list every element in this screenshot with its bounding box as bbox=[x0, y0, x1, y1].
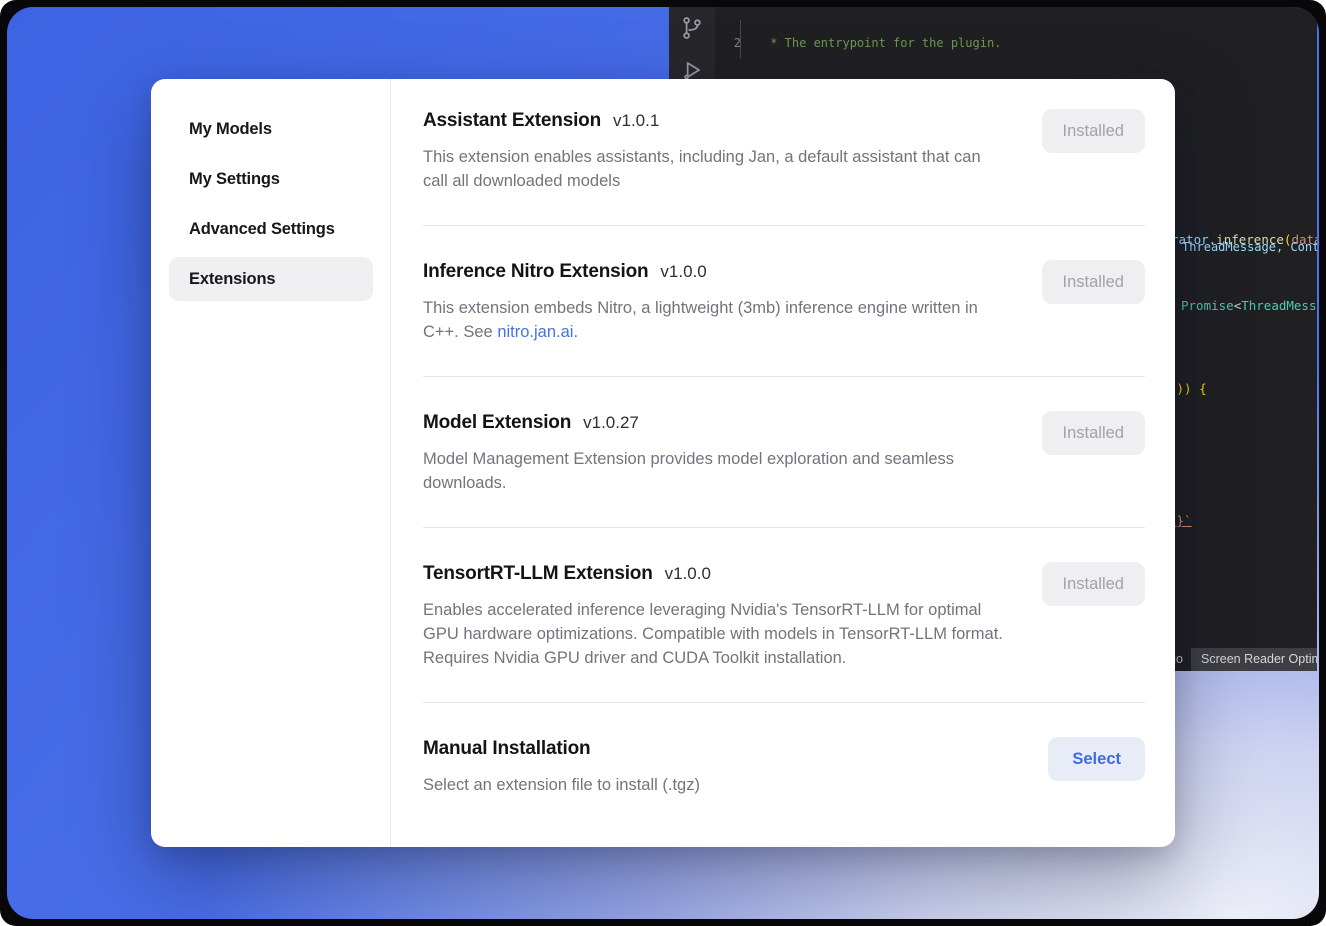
extension-version: v1.0.27 bbox=[583, 413, 639, 433]
line-number: 2 bbox=[715, 35, 741, 52]
extension-description: This extension enables assistants, inclu… bbox=[423, 145, 1003, 193]
extension-description: Model Management Extension provides mode… bbox=[423, 447, 1003, 495]
extensions-list: Assistant Extension v1.0.1 This extensio… bbox=[391, 79, 1175, 847]
extension-version: v1.0.0 bbox=[665, 564, 711, 584]
manual-installation-row: Manual Installation Select an extension … bbox=[423, 702, 1145, 829]
extension-description: This extension embeds Nitro, a lightweig… bbox=[423, 296, 1003, 344]
settings-sidebar: My Models My Settings Advanced Settings … bbox=[151, 79, 391, 847]
screenshot-canvas: 2 * The entrypoint for the plugin. 3 */ … bbox=[0, 0, 1326, 926]
extension-description: Enables accelerated inference leveraging… bbox=[423, 598, 1003, 670]
code-fragment-inference: rator.inference(data)); bbox=[1171, 231, 1317, 248]
extension-row-nitro: Inference Nitro Extension v1.0.0 This ex… bbox=[423, 225, 1145, 376]
code-comment: * The entrypoint for the plugin. bbox=[763, 36, 1001, 50]
source-control-icon[interactable] bbox=[679, 15, 705, 41]
extension-name: Model Extension bbox=[423, 411, 571, 435]
select-button[interactable]: Select bbox=[1048, 737, 1145, 781]
screen-reader-toast[interactable]: Screen Reader Optimiz bbox=[1191, 648, 1317, 671]
extension-row-tensorrt: TensortRT-LLM Extension v1.0.0 Enables a… bbox=[423, 527, 1145, 702]
manual-installation-description: Select an extension file to install (.tg… bbox=[423, 773, 700, 797]
manual-installation-title: Manual Installation bbox=[423, 737, 590, 761]
settings-panel: My Models My Settings Advanced Settings … bbox=[151, 79, 1175, 847]
installed-button[interactable]: Installed bbox=[1042, 562, 1145, 606]
extension-name: Assistant Extension bbox=[423, 109, 601, 133]
nitro-jan-ai-link[interactable]: nitro.jan.ai. bbox=[497, 323, 578, 341]
extension-name: TensortRT-LLM Extension bbox=[423, 562, 653, 586]
sidebar-item-my-models[interactable]: My Models bbox=[169, 107, 373, 151]
gradient-background: 2 * The entrypoint for the plugin. 3 */ … bbox=[7, 7, 1319, 919]
sidebar-item-extensions[interactable]: Extensions bbox=[169, 257, 373, 301]
sidebar-item-advanced-settings[interactable]: Advanced Settings bbox=[169, 207, 373, 251]
installed-button[interactable]: Installed bbox=[1042, 411, 1145, 455]
extension-version: v1.0.0 bbox=[660, 262, 706, 282]
code-fragment-promise: Promise<ThreadMessage> bbox=[1181, 297, 1317, 314]
extension-row-assistant: Assistant Extension v1.0.1 This extensio… bbox=[423, 79, 1145, 225]
code-line: 2 * The entrypoint for the plugin. bbox=[715, 35, 1317, 52]
sidebar-item-my-settings[interactable]: My Settings bbox=[169, 157, 373, 201]
installed-button[interactable]: Installed bbox=[1042, 109, 1145, 153]
extension-version: v1.0.1 bbox=[613, 111, 659, 131]
extension-row-model: Model Extension v1.0.27 Model Management… bbox=[423, 376, 1145, 527]
extension-name: Inference Nitro Extension bbox=[423, 260, 648, 284]
installed-button[interactable]: Installed bbox=[1042, 260, 1145, 304]
